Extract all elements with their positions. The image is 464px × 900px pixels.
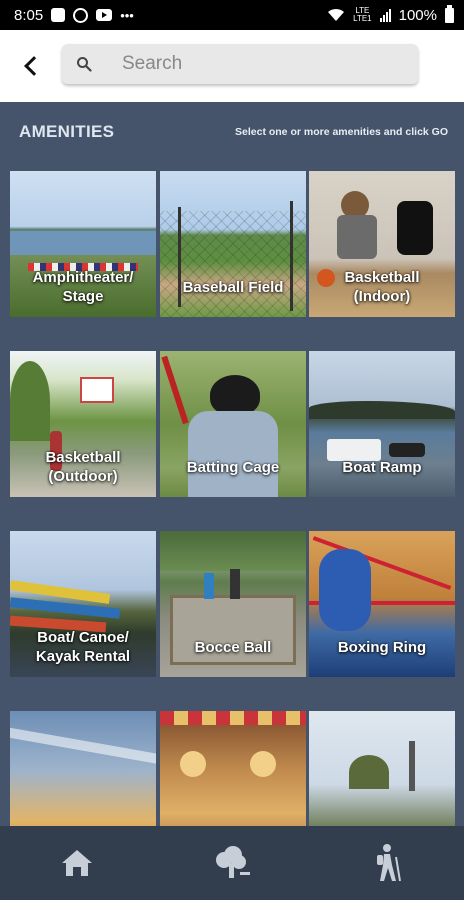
backboard-shape: [80, 377, 114, 403]
amenity-label: Boxing Ring: [337, 638, 427, 656]
amenity-label: Boat/ Canoe/ Kayak Rental: [35, 629, 131, 665]
amenity-tile-partial[interactable]: [10, 711, 156, 826]
treeline-shape: [309, 401, 455, 419]
wifi-icon: [328, 8, 345, 21]
helmet-shape: [210, 375, 260, 415]
amenity-label: [309, 797, 455, 826]
amenities-header: AMENITIES Select one or more amenities a…: [0, 102, 464, 162]
amenity-tile-batting-cage[interactable]: Batting Cage: [160, 351, 306, 497]
amenity-label: [160, 797, 306, 826]
youtube-icon: [96, 9, 113, 21]
search-input[interactable]: [122, 53, 402, 75]
amenity-tile-basketball-outdoor[interactable]: Basketball (Outdoor): [10, 351, 156, 497]
trees-shape: [160, 531, 306, 571]
status-right: LTE LTE1 100%: [327, 4, 454, 24]
amenity-tile-baseball-field[interactable]: Baseball Field: [160, 171, 306, 317]
amenity-tile-bocce-ball[interactable]: Bocce Ball: [160, 531, 306, 677]
amenity-label: Boat Ramp: [342, 458, 422, 476]
top-app-bar: [0, 30, 464, 102]
amenities-grid: Amphitheater/ Stage Baseball Field Baske…: [0, 162, 464, 826]
lake-shape: [10, 231, 156, 257]
amenity-label: Basketball (Indoor): [344, 269, 420, 305]
status-left: 8:05 •••: [14, 7, 134, 24]
signal-icon: [379, 8, 391, 22]
amenity-label: Bocce Ball: [194, 638, 272, 656]
cloud-shape: [10, 726, 156, 766]
search-bar[interactable]: [62, 44, 418, 84]
amenities-title: AMENITIES: [19, 122, 115, 141]
carousel-canopy-shape: [160, 711, 306, 725]
amenity-label: Batting Cage: [186, 458, 280, 476]
amenities-hint: Select one or more amenities and click G…: [235, 126, 448, 138]
player-shape: [204, 573, 214, 599]
battery-percent: 100%: [398, 6, 437, 24]
amenity-label: Baseball Field: [182, 278, 284, 296]
back-button[interactable]: [0, 30, 62, 102]
amenity-tile-partial[interactable]: [309, 711, 455, 826]
amenity-tile-boat-ramp[interactable]: Boat Ramp: [309, 351, 455, 497]
amenity-label: Amphitheater/ Stage: [32, 269, 134, 305]
messages-icon: [51, 8, 66, 22]
chevron-left-icon: [24, 56, 44, 76]
pole-shape: [409, 741, 415, 791]
more-notifications-icon: •••: [120, 7, 134, 23]
tree-shape: [10, 361, 50, 441]
amenity-tile-boat-canoe-kayak-rental[interactable]: Boat/ Canoe/ Kayak Rental: [10, 531, 156, 677]
player-body: [337, 215, 377, 259]
amenity-label: Basketball (Outdoor): [45, 449, 121, 485]
tree-shape: [349, 755, 389, 789]
battery-icon: [445, 4, 454, 23]
home-icon: [62, 850, 93, 876]
amenity-tile-boxing-ring[interactable]: Boxing Ring: [309, 531, 455, 677]
status-bar: 8:05 ••• LTE LTE1 100%: [0, 0, 464, 30]
whatsapp-icon: [73, 7, 89, 23]
nav-home-button[interactable]: [47, 833, 107, 893]
bat-shape: [161, 355, 189, 425]
network-label-2: LTE1: [353, 14, 372, 23]
hiker-icon: [376, 844, 401, 882]
network-type: LTE LTE1: [353, 7, 372, 23]
amenity-tile-amphitheater[interactable]: Amphitheater/ Stage: [10, 171, 156, 317]
amenity-label: [10, 797, 156, 826]
carousel-light-shape: [250, 751, 276, 777]
nav-parks-button[interactable]: [202, 833, 262, 893]
player-shape: [230, 569, 240, 599]
nav-trails-button[interactable]: [357, 833, 417, 893]
bottom-nav: [0, 826, 464, 900]
amenity-tile-basketball-indoor[interactable]: Basketball (Indoor): [309, 171, 455, 317]
search-icon: [62, 56, 106, 72]
tree-icon: [215, 846, 250, 878]
status-time: 8:05: [14, 6, 44, 24]
player-body: [397, 201, 433, 255]
carousel-light-shape: [180, 751, 206, 777]
amenity-tile-partial[interactable]: [160, 711, 306, 826]
